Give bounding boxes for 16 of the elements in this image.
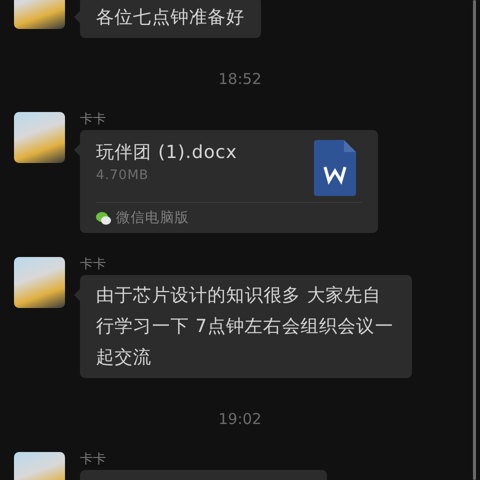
sender-name: 卡卡 xyxy=(80,112,107,128)
sender-name: 卡卡 xyxy=(80,452,107,468)
file-size: 4.70MB xyxy=(96,168,150,183)
source-label: 微信电脑版 xyxy=(116,209,189,227)
message-bubble: 由于芯片设计的知识很多 大家先自行学习一下 7点钟左右会组织会议一起交流 xyxy=(80,275,412,378)
file-message-card[interactable]: 玩伴团 (1).docx 4.70MB 微信电脑版 xyxy=(80,130,378,233)
scrollbar[interactable] xyxy=(473,0,476,480)
chat-bubbles-icon xyxy=(96,212,111,224)
avatar-picture[interactable] xyxy=(14,112,65,163)
word-document-icon xyxy=(314,140,356,196)
sender-name: 卡卡 xyxy=(80,257,107,273)
avatar-picture[interactable] xyxy=(14,257,65,308)
message-bubble: 各位七点钟准备好 xyxy=(80,0,261,38)
file-name: 玩伴团 (1).docx xyxy=(96,141,238,164)
timestamp: 19:02 xyxy=(218,410,262,428)
timestamp: 18:52 xyxy=(218,70,262,88)
